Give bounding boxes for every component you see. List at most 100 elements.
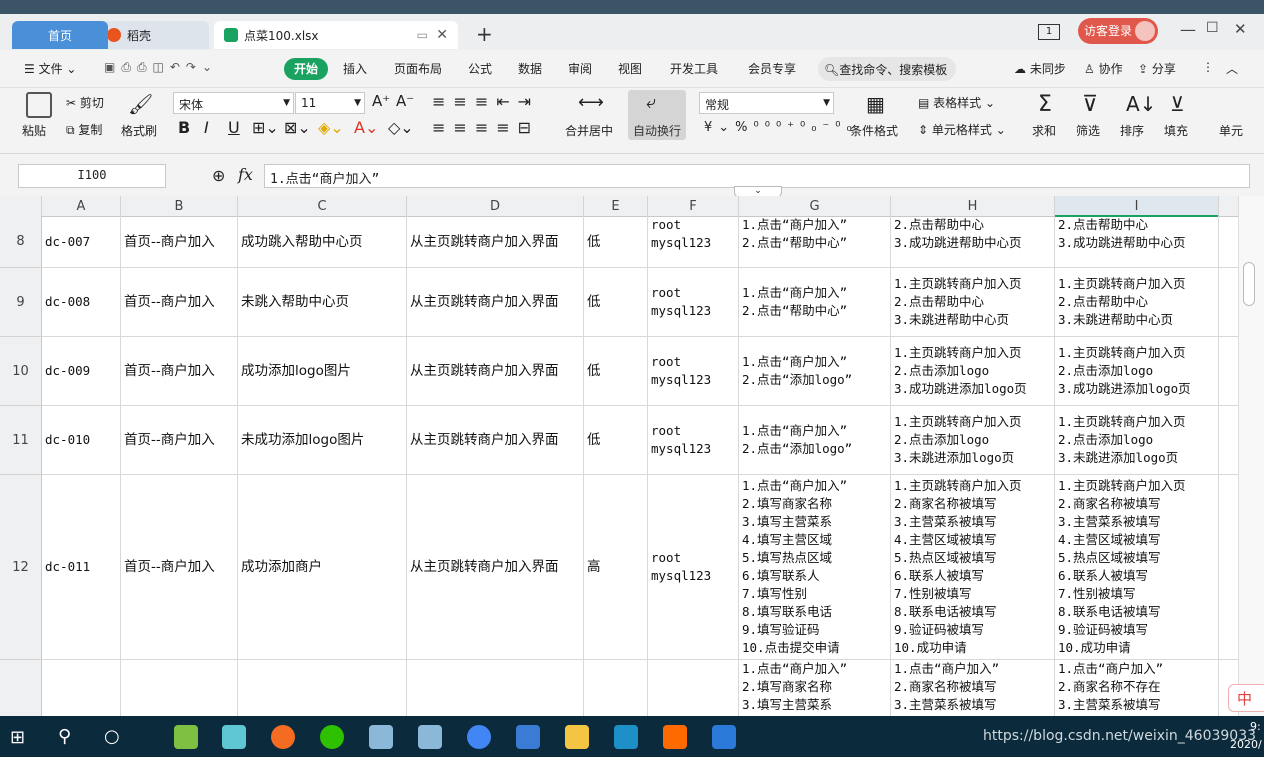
column-header-c[interactable]: C (238, 196, 407, 217)
paste-button[interactable]: 粘贴 (22, 122, 46, 139)
cell-b-row-8[interactable]: 首页--商户加入 (121, 216, 238, 268)
sum-button[interactable]: 求和 (1032, 122, 1056, 139)
cell-h-row-10[interactable]: 1.主页跳转商户加入页 2.点击添加logo 3.成功跳进添加logo页 (891, 337, 1055, 406)
cell-d-row-8[interactable]: 从主页跳转商户加入界面 (407, 216, 584, 268)
close-tab-icon[interactable]: ✕ (436, 27, 448, 43)
sort-button[interactable]: 排序 (1120, 122, 1144, 139)
cell-g-row-13[interactable]: 1.点击“商户加入” 2.填写商家名称 3.填写主营菜系 (739, 660, 891, 716)
merge-center-button[interactable]: 合并居中 (565, 122, 613, 139)
cell-c-row-8[interactable]: 成功跳入帮助中心页 (238, 216, 407, 268)
cell-button[interactable]: 单元 (1219, 122, 1243, 139)
cell-a-row-8[interactable]: dc-007 (42, 216, 121, 268)
tab-developer[interactable]: 开发工具 (670, 60, 718, 77)
windows-start-icon[interactable]: ⊞ (10, 727, 25, 748)
select-all-corner[interactable] (0, 196, 42, 217)
minimize-icon[interactable]: — (1180, 20, 1196, 39)
cell-i-row-12[interactable]: 1.主页跳转商户加入页 2.商家名称被填写 3.主营菜系被填写 4.主营区域被填… (1055, 475, 1219, 660)
more-icon[interactable]: ⋮ (1202, 60, 1214, 74)
tab-insert[interactable]: 插入 (343, 60, 367, 77)
close-window-icon[interactable]: ✕ (1234, 20, 1247, 38)
cell-d-row-13[interactable] (407, 660, 584, 716)
maximize-icon[interactable]: ☐ (1206, 20, 1219, 36)
cell-e-row-10[interactable]: 低 (584, 337, 648, 406)
row-header[interactable]: 9 (0, 268, 42, 337)
cell-e-row-11[interactable]: 低 (584, 406, 648, 475)
computer-icon[interactable] (516, 725, 540, 749)
fx-icon[interactable]: fx (238, 165, 253, 184)
cell-f-row-11[interactable]: root mysql123 (648, 406, 739, 475)
cell-d-row-12[interactable]: 从主页跳转商户加入界面 (407, 475, 584, 660)
command-search[interactable]: 🔍︎查找命令、搜索模板 (818, 57, 956, 81)
cell-d-row-10[interactable]: 从主页跳转商户加入界面 (407, 337, 584, 406)
zoom-icon[interactable]: ⊕ (212, 166, 225, 185)
paste-icon[interactable] (26, 92, 52, 118)
row-header[interactable]: 11 (0, 406, 42, 475)
font-size-select[interactable]: 11 ▼ (295, 92, 365, 114)
increase-font-icon[interactable]: A⁺ (372, 92, 390, 110)
font-name-select[interactable]: 宋体 ▼ (173, 92, 294, 114)
layout-icon[interactable]: 1 (1038, 24, 1060, 40)
cell-c-row-9[interactable]: 未跳入帮助中心页 (238, 268, 407, 337)
cell-i-row-11[interactable]: 1.主页跳转商户加入页 2.点击添加logo 3.未跳进添加logo页 (1055, 406, 1219, 475)
tab-view[interactable]: 视图 (618, 60, 642, 77)
cell-a-row-9[interactable]: dc-008 (42, 268, 121, 337)
cell-h-row-11[interactable]: 1.主页跳转商户加入页 2.点击添加logo 3.未跳进添加logo页 (891, 406, 1055, 475)
filter-button[interactable]: 筛选 (1076, 122, 1100, 139)
tab-data[interactable]: 数据 (518, 60, 542, 77)
cell-h-row-12[interactable]: 1.主页跳转商户加入页 2.商家名称被填写 3.主营菜系被填写 4.主营区域被填… (891, 475, 1055, 660)
italic-icon[interactable]: I (204, 118, 209, 137)
column-header-i[interactable]: I (1055, 196, 1219, 217)
app-notebook-icon[interactable] (369, 725, 393, 749)
cell-g-row-10[interactable]: 1.点击“商户加入” 2.点击“添加logo” (739, 337, 891, 406)
format-painter-button[interactable]: 格式刷 (121, 122, 157, 139)
cell-i-row-9[interactable]: 1.主页跳转商户加入页 2.点击帮助中心 3.未跳进帮助中心页 (1055, 268, 1219, 337)
app-calendar-icon[interactable] (663, 725, 687, 749)
cortana-icon[interactable]: ○ (104, 726, 120, 747)
app-orange-icon[interactable] (271, 725, 295, 749)
horizontal-align-icons[interactable]: ≡≡≡≡⊟ (432, 118, 539, 137)
cell-e-row-8[interactable]: 低 (584, 216, 648, 268)
folder-icon[interactable] (565, 725, 589, 749)
column-header-g[interactable]: G (739, 196, 891, 217)
decrease-font-icon[interactable]: A⁻ (396, 92, 414, 110)
bold-icon[interactable]: B (178, 118, 190, 137)
cell-e-row-13[interactable] (584, 660, 648, 716)
collab-button[interactable]: ♙ 协作 (1084, 60, 1123, 77)
cell-g-row-12[interactable]: 1.点击“商户加入” 2.填写商家名称 3.填写主营菜系 4.填写主营区域 5.… (739, 475, 891, 660)
cell-i-row-10[interactable]: 1.主页跳转商户加入页 2.点击添加logo 3.成功跳进添加logo页 (1055, 337, 1219, 406)
cell-h-row-13[interactable]: 1.点击“商户加入” 2.商家名称被填写 3.主营菜系被填写 (891, 660, 1055, 716)
tab-member[interactable]: 会员专享 (748, 60, 796, 77)
cell-blank[interactable] (1219, 337, 1238, 406)
row-header[interactable]: 10 (0, 337, 42, 406)
cell-blank[interactable] (1219, 268, 1238, 337)
cell-h-row-8[interactable]: 2.点击帮助中心 3.成功跳进帮助中心页 (891, 216, 1055, 268)
app-square-icon[interactable] (614, 725, 638, 749)
cell-a-row-12[interactable]: dc-011 (42, 475, 121, 660)
cell-a-row-10[interactable]: dc-009 (42, 337, 121, 406)
app-green-icon[interactable] (174, 725, 198, 749)
wps-writer-icon[interactable] (712, 725, 736, 749)
cell-blank[interactable] (1219, 475, 1238, 660)
cut-button[interactable]: ✂ 剪切 (66, 94, 104, 111)
fill-pattern-icon[interactable]: ⊠⌄ (284, 118, 311, 137)
ime-indicator[interactable]: 中 (1228, 684, 1264, 712)
cell-b-row-13[interactable] (121, 660, 238, 716)
app-notebook2-icon[interactable] (418, 725, 442, 749)
border-icon[interactable]: ⊞⌄ (252, 118, 279, 137)
sync-status[interactable]: ☁ 未同步 (1014, 60, 1066, 77)
wrap-text-button[interactable]: ⤶ 自动换行 (628, 90, 686, 140)
search-icon[interactable]: ⚲ (58, 726, 71, 747)
number-format-select[interactable]: 常规 ▼ (699, 92, 834, 114)
conditional-format-button[interactable]: 条件格式 (850, 122, 898, 139)
cell-g-row-11[interactable]: 1.点击“商户加入” 2.点击“添加logo” (739, 406, 891, 475)
tab-formulas[interactable]: 公式 (468, 60, 492, 77)
column-header-e[interactable]: E (584, 196, 648, 217)
collapse-ribbon-icon[interactable]: ︿ (1226, 60, 1238, 77)
row-header[interactable] (0, 660, 42, 716)
cell-i-row-8[interactable]: 2.点击帮助中心 3.成功跳进帮助中心页 (1055, 216, 1219, 268)
cell-c-row-11[interactable]: 未成功添加logo图片 (238, 406, 407, 475)
cell-b-row-10[interactable]: 首页--商户加入 (121, 337, 238, 406)
cell-e-row-9[interactable]: 低 (584, 268, 648, 337)
cell-b-row-11[interactable]: 首页--商户加入 (121, 406, 238, 475)
cell-f-row-12[interactable]: root mysql123 (648, 475, 739, 660)
